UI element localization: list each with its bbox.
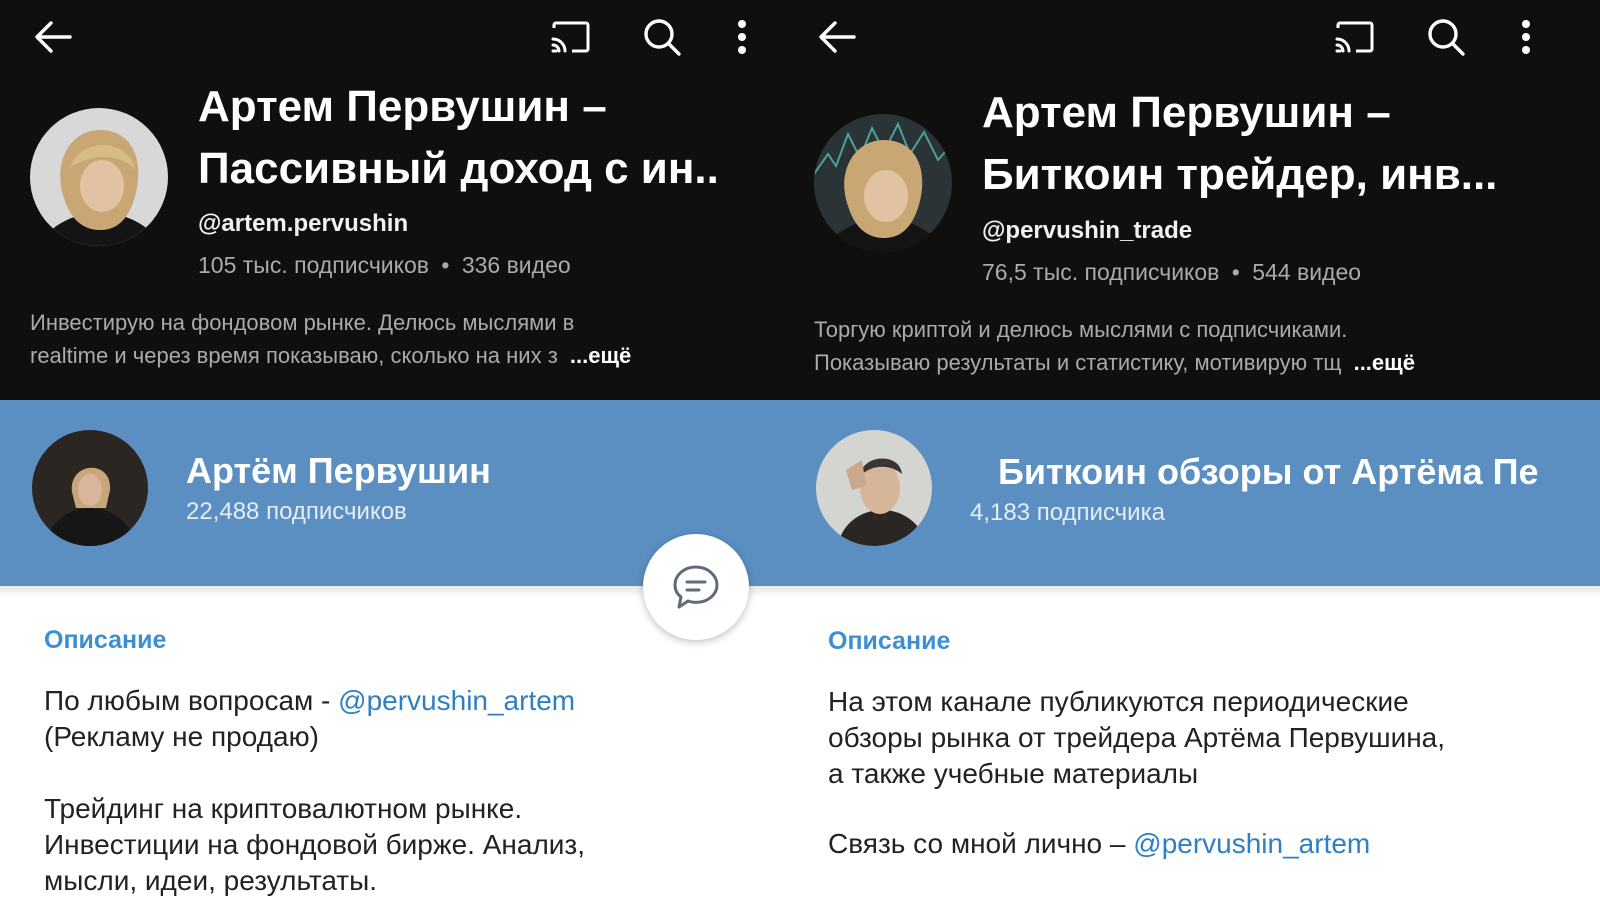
header-shadow-right (784, 586, 1600, 598)
youtube-stats: 105 тыс. подписчиков • 336 видео (198, 252, 571, 279)
username-link[interactable]: @pervushin_artem (338, 685, 575, 716)
cast-icon[interactable] (550, 20, 592, 54)
telegram-description: По любым вопросам - @pervushin_artem (Ре… (44, 685, 586, 896)
telegram-avatar[interactable] (816, 430, 932, 546)
separator: • (441, 252, 450, 278)
separator: • (1231, 259, 1240, 285)
telegram-avatar[interactable] (32, 430, 148, 546)
telegram-channel-name: Артём Первушин (186, 450, 491, 491)
youtube-description[interactable]: Инвестирую на фондовом рынке. Делюсь мыс… (30, 306, 770, 372)
search-icon[interactable] (1426, 17, 1466, 57)
youtube-handle: @pervushin_trade (982, 217, 1193, 244)
youtube-handle: @artem.pervushin (198, 210, 409, 237)
search-icon[interactable] (642, 17, 682, 57)
telegram-description: На этом канале публикуются периодические… (828, 686, 1446, 859)
more-vert-icon[interactable] (1520, 19, 1532, 55)
username-link[interactable]: @pervushin_artem (1133, 828, 1370, 859)
back-arrow-icon[interactable] (818, 20, 856, 54)
back-arrow-icon[interactable] (34, 20, 72, 54)
description-section-title: Описание (828, 627, 951, 655)
video-count: 544 видео (1252, 259, 1362, 285)
cast-icon[interactable] (1334, 20, 1376, 54)
subscriber-count: 105 тыс. подписчиков (198, 252, 429, 278)
youtube-description[interactable]: Торгую криптой и делюсь мыслями с подпис… (814, 313, 1574, 379)
youtube-avatar[interactable] (30, 108, 168, 246)
telegram-subscriber-count: 4,183 подписчика (970, 499, 1165, 526)
video-count: 336 видео (461, 252, 571, 278)
comment-icon (671, 563, 721, 611)
youtube-channel-title: Артем Первушин – Биткоин трейдер, инв... (982, 88, 1498, 199)
more-vert-icon[interactable] (736, 19, 748, 55)
telegram-channel-name: Биткоин обзоры от Артёма Пе (998, 451, 1539, 492)
youtube-avatar[interactable] (814, 114, 952, 252)
subscriber-count: 76,5 тыс. подписчиков (982, 259, 1220, 285)
comment-button[interactable] (643, 534, 749, 640)
youtube-channel-title: Артем Первушин – Пассивный доход с ин.. (198, 82, 719, 193)
telegram-subscriber-count: 22,488 подписчиков (186, 498, 407, 525)
youtube-stats: 76,5 тыс. подписчиков • 544 видео (982, 259, 1361, 286)
more-link[interactable]: ...ещё (570, 343, 631, 368)
description-section-title: Описание (44, 626, 167, 654)
more-link[interactable]: ...ещё (1354, 350, 1415, 375)
